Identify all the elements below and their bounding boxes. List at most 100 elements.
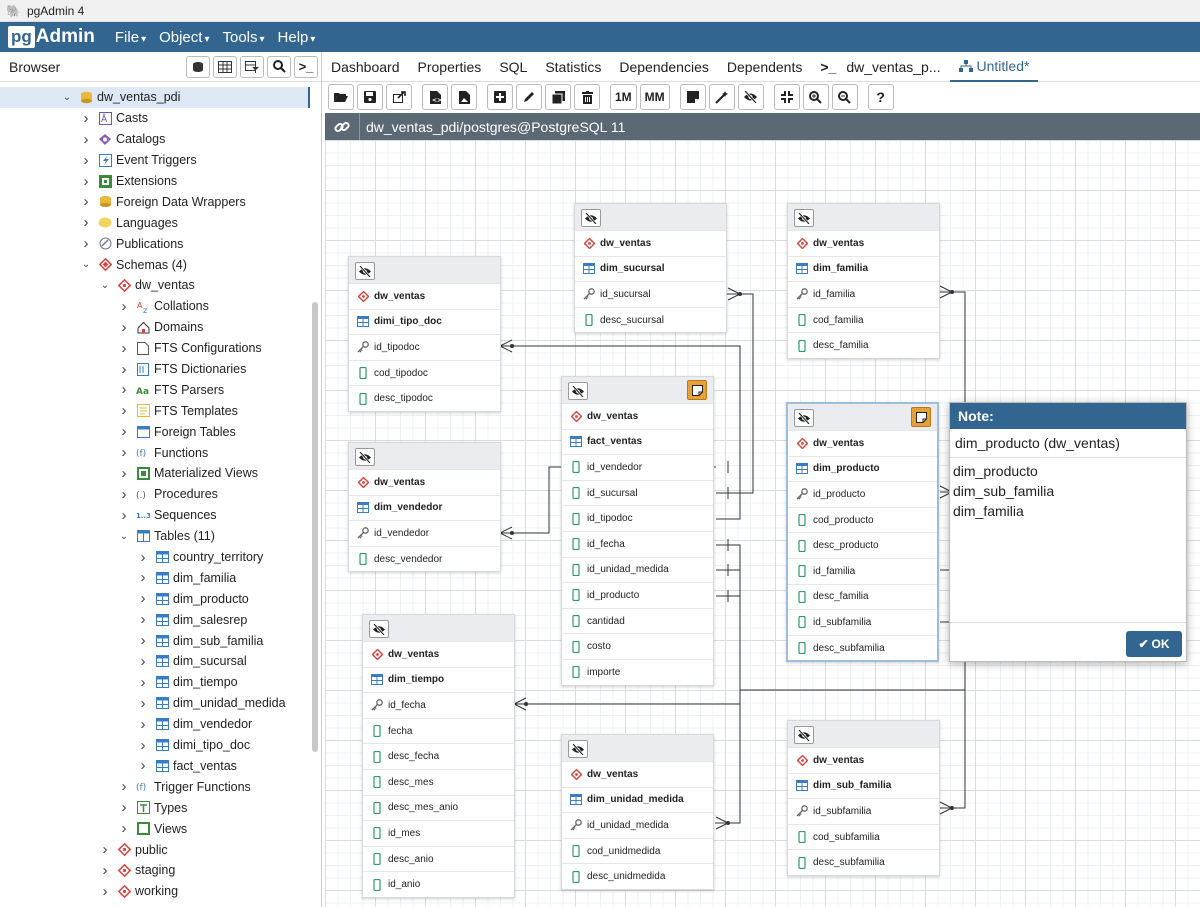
tree-node[interactable]: › dim_producto — [0, 588, 310, 609]
chevron-right-icon[interactable]: › — [137, 653, 149, 670]
toggle-details-button[interactable] — [581, 209, 601, 227]
toggle-details-button[interactable] — [355, 448, 375, 466]
chevron-right-icon[interactable]: › — [118, 486, 130, 503]
entity-column-row[interactable]: id_sucursal — [562, 479, 713, 506]
tree-node[interactable]: › Foreign Tables — [0, 421, 310, 442]
chevron-right-icon[interactable]: › — [99, 862, 111, 879]
zoom-out-button[interactable] — [831, 84, 858, 110]
tree-node[interactable]: › dim_salesrep — [0, 609, 310, 630]
chevron-right-icon[interactable]: › — [118, 381, 130, 398]
tree-node[interactable]: › FTS Dictionaries — [0, 359, 310, 380]
hide-details-button[interactable] — [737, 84, 764, 110]
entity-dim_unidad_medida[interactable]: dw_ventas dim_unidad_medida id_unidad_medi… — [561, 734, 714, 890]
entity-column-row[interactable]: id_familia — [788, 557, 937, 584]
chevron-right-icon[interactable]: › — [137, 737, 149, 754]
tree-node[interactable]: › dim_familia — [0, 567, 310, 588]
entity-column-row[interactable]: id_sucursal — [575, 281, 726, 307]
tree-node[interactable]: › dimi_tipo_doc — [0, 735, 310, 756]
drop-table-button[interactable] — [574, 84, 600, 110]
zoom-in-button[interactable] — [802, 84, 829, 110]
chevron-down-icon[interactable]: ⌄ — [61, 92, 73, 103]
entity-column-row[interactable]: id_producto — [788, 481, 937, 507]
entity-column-row[interactable]: id_fecha — [562, 530, 713, 557]
tab-dependencies[interactable]: Dependencies — [610, 52, 718, 82]
entity-column-row[interactable]: desc_fecha — [363, 743, 514, 769]
add-table-button[interactable] — [487, 84, 513, 110]
tree-node[interactable]: › Aa FTS Parsers — [0, 379, 310, 400]
tree-node[interactable]: › 1..3 Sequences — [0, 505, 310, 526]
entity-column-row[interactable]: desc_subfamilia — [788, 849, 939, 875]
chevron-down-icon[interactable]: ⌄ — [99, 280, 111, 291]
entity-column-row[interactable]: desc_vendedor — [349, 545, 500, 572]
chevron-right-icon[interactable]: › — [118, 402, 130, 419]
tree-node[interactable]: › Catalogs — [0, 129, 310, 150]
chevron-right-icon[interactable]: › — [137, 757, 149, 774]
tree-node[interactable]: › Az Collations — [0, 296, 310, 317]
chevron-right-icon[interactable]: › — [118, 778, 130, 795]
entity-dimi_tipo_doc[interactable]: dw_ventas dimi_tipo_doc id_tipodoc cod_tipo… — [348, 256, 501, 412]
entity-column-row[interactable]: desc_familia — [788, 583, 937, 610]
search-button[interactable] — [267, 55, 291, 78]
entity-column-row[interactable]: cod_tipodoc — [349, 359, 500, 386]
chevron-right-icon[interactable]: › — [99, 883, 111, 900]
entity-dim_tiempo[interactable]: dw_ventas dim_tiempo id_fecha fecha desc_fec… — [362, 614, 515, 898]
open-file-button[interactable] — [328, 84, 354, 110]
chevron-down-icon[interactable]: ⌄ — [80, 259, 92, 270]
entity-column-row[interactable]: cod_unidmedida — [562, 837, 713, 864]
tree-node[interactable]: › Extensions — [0, 171, 310, 192]
tree-node[interactable]: › dim_unidad_medida — [0, 693, 310, 714]
toggle-details-button[interactable] — [794, 209, 814, 227]
tab-erd-untitled[interactable]: Untitled* — [949, 52, 1039, 82]
entity-fact_ventas[interactable]: dw_ventas fact_ventas id_vendedor id_sucurs… — [561, 376, 714, 686]
toggle-details-button[interactable] — [568, 382, 588, 400]
tree-node[interactable]: › Event Triggers — [0, 150, 310, 171]
chevron-right-icon[interactable]: › — [118, 423, 130, 440]
chevron-right-icon[interactable]: › — [137, 611, 149, 628]
menu-file[interactable]: File ▾ — [115, 29, 146, 46]
view-data-button[interactable] — [213, 55, 237, 78]
psql-tool-button[interactable]: >_ — [294, 55, 318, 78]
entity-column-row[interactable]: id_producto — [562, 582, 713, 608]
chevron-right-icon[interactable]: › — [118, 298, 130, 315]
note-button[interactable] — [687, 380, 707, 400]
zoom-fit-button[interactable] — [773, 84, 800, 110]
entity-column-row[interactable]: desc_sucursal — [575, 306, 726, 333]
tree-node[interactable]: › Domains — [0, 317, 310, 338]
export-sql-button[interactable]: <> — [422, 84, 448, 110]
chevron-right-icon[interactable]: › — [137, 549, 149, 566]
entity-column-row[interactable]: desc_unidmedida — [562, 863, 713, 889]
download-image-button[interactable] — [451, 84, 477, 110]
entity-dim_vendedor[interactable]: dw_ventas dim_vendedor id_vendedor desc_ven… — [348, 442, 501, 573]
entity-column-row[interactable]: desc_anio — [363, 845, 514, 872]
entity-column-row[interactable]: desc_mes — [363, 768, 514, 795]
add-note-button[interactable] — [679, 84, 706, 110]
chevron-down-icon[interactable]: ⌄ — [118, 531, 130, 542]
tree-node[interactable]: › country_territory — [0, 547, 310, 568]
entity-column-row[interactable]: costo — [562, 633, 713, 659]
chevron-right-icon[interactable]: › — [118, 507, 130, 524]
note-button[interactable] — [911, 407, 931, 427]
tab-dashboard[interactable]: Dashboard — [322, 52, 409, 82]
toggle-details-button[interactable] — [794, 409, 814, 427]
tree-node[interactable]: › Foreign Data Wrappers — [0, 191, 310, 212]
clone-table-button[interactable] — [545, 84, 571, 110]
toggle-details-button[interactable] — [369, 620, 389, 638]
entity-dim_sucursal[interactable]: dw_ventas dim_sucursal id_sucursal desc_suc… — [574, 203, 727, 334]
entity-column-row[interactable]: desc_familia — [788, 332, 939, 358]
tab-dependents[interactable]: Dependents — [718, 52, 812, 82]
menu-help[interactable]: Help ▾ — [278, 29, 316, 46]
entity-column-row[interactable]: id_vendedor — [562, 454, 713, 480]
tree-node[interactable]: › Materialized Views — [0, 463, 310, 484]
tree-node[interactable]: › working — [0, 881, 310, 902]
tree-node[interactable]: › Languages — [0, 212, 310, 233]
entity-column-row[interactable]: cod_producto — [788, 506, 937, 533]
entity-column-row[interactable]: id_unidad_medida — [562, 556, 713, 583]
chevron-right-icon[interactable]: › — [80, 193, 92, 210]
tree-node[interactable]: ⌄ Schemas (4) — [0, 254, 310, 275]
entity-column-row[interactable]: id_tipodoc — [349, 334, 500, 360]
query-tool-button[interactable] — [186, 55, 210, 78]
tree-node[interactable]: › fact_ventas — [0, 756, 310, 777]
filter-rows-button[interactable] — [240, 55, 264, 78]
chevron-right-icon[interactable]: › — [137, 716, 149, 733]
entity-column-row[interactable]: id_tipodoc — [562, 505, 713, 531]
